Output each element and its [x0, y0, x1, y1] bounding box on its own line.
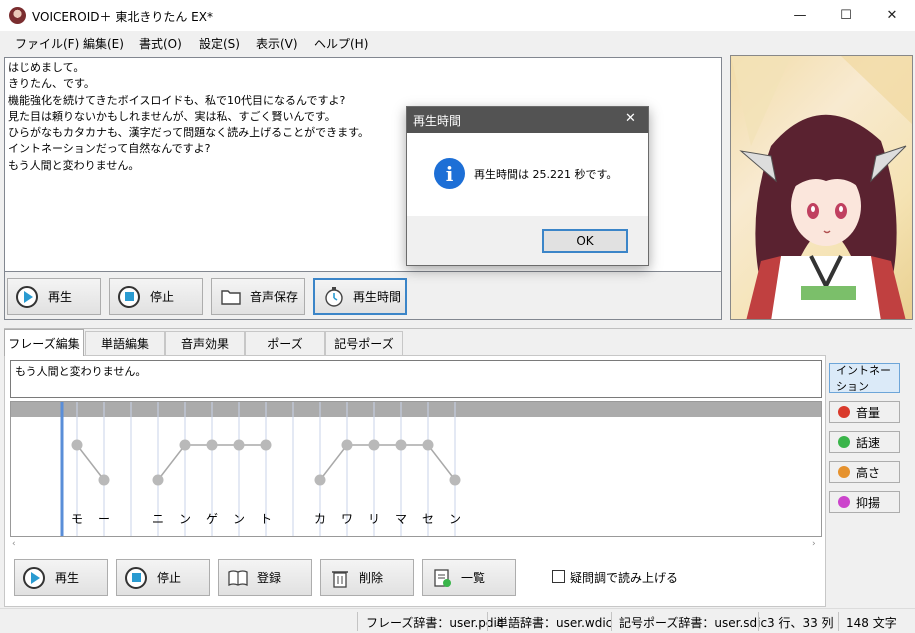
status-bar: フレーズ辞書：user.pdic 単語辞書：user.wdic 記号ポーズ辞書：…	[0, 608, 915, 633]
close-button[interactable]: ✕	[869, 0, 915, 31]
kana-label: ワ	[341, 512, 354, 526]
list-label: 一覧	[461, 571, 486, 585]
info-icon: i	[434, 158, 465, 189]
tab-sound-effect[interactable]: 音声効果	[165, 331, 245, 355]
play-icon	[23, 566, 45, 589]
kana-label: ニ	[152, 512, 165, 526]
scroll-right-icon[interactable]: ›	[812, 539, 816, 549]
cursor-position: 3 行、33 列	[767, 616, 834, 630]
dialog-title-bar: 再生時間 ✕	[407, 107, 648, 133]
book-icon	[228, 569, 248, 586]
stop-label: 停止	[150, 290, 175, 304]
kana-label: ン	[449, 512, 462, 526]
menu-settings[interactable]: 設定(S)	[199, 35, 240, 52]
play-button[interactable]: 再生	[7, 278, 101, 315]
save-audio-label: 音声保存	[250, 290, 299, 304]
horizontal-scrollbar[interactable]: ‹ ›	[10, 539, 822, 553]
kana-label: ト	[260, 512, 273, 526]
register-button[interactable]: 登録	[218, 559, 312, 596]
emphasis-dot-icon	[838, 496, 850, 508]
tab-word-edit[interactable]: 単語編集	[85, 331, 165, 355]
pitch-button[interactable]: 高さ	[829, 461, 900, 483]
menu-file[interactable]: ファイル(F)	[15, 35, 79, 52]
pitch-label: 高さ	[856, 465, 881, 480]
emphasis-label: 抑揚	[856, 495, 881, 510]
dialog-title: 再生時間	[413, 114, 462, 128]
maximize-button[interactable]: ☐	[823, 0, 869, 31]
tab-symbol-pause[interactable]: 記号ポーズ	[325, 331, 403, 355]
speed-dot-icon	[838, 436, 850, 448]
app-icon	[9, 7, 26, 24]
char-count: 148 文字	[846, 616, 897, 630]
dialog-message: 再生時間は 25.221 秒です。	[474, 168, 618, 181]
window-title: VOICEROID＋ 東北きりたん EX*	[32, 10, 213, 24]
play-label: 再生	[48, 290, 73, 304]
pitch-dot-icon	[838, 466, 850, 478]
intonation-editor[interactable]: モ ー ニ ン ゲ ン ト カ ワ リ マ セ ン	[10, 401, 822, 537]
symbol-dict-status: 記号ポーズ辞書：user.sdic	[619, 616, 768, 630]
menu-view[interactable]: 表示(V)	[256, 35, 298, 52]
kana-label: ゲ	[206, 512, 219, 526]
character-image	[730, 55, 913, 320]
volume-button[interactable]: 音量	[829, 401, 900, 423]
scroll-left-icon[interactable]: ‹	[12, 539, 16, 549]
dialog-body: i 再生時間は 25.221 秒です。	[407, 133, 648, 216]
volume-label: 音量	[856, 405, 881, 420]
register-label: 登録	[257, 571, 282, 585]
play-icon	[16, 285, 38, 308]
list-button[interactable]: 一覧	[422, 559, 516, 596]
phrase-play-button[interactable]: 再生	[14, 559, 108, 596]
kana-label: セ	[422, 512, 435, 526]
trash-icon	[332, 570, 348, 588]
phrase-play-label: 再生	[55, 571, 80, 585]
folder-icon	[221, 289, 241, 305]
stopwatch-icon	[325, 286, 343, 307]
play-time-button[interactable]: 再生時間	[313, 278, 407, 315]
phrase-stop-label: 停止	[157, 571, 182, 585]
intonation-graph	[60, 402, 461, 536]
kana-label: ン	[179, 512, 192, 526]
speed-button[interactable]: 話速	[829, 431, 900, 453]
delete-button[interactable]: 削除	[320, 559, 414, 596]
question-checkbox[interactable]	[552, 570, 565, 583]
kana-label: リ	[368, 512, 381, 526]
menu-help[interactable]: ヘルプ(H)	[314, 35, 368, 52]
kana-label: マ	[395, 512, 408, 526]
delete-label: 削除	[359, 571, 384, 585]
stop-icon	[118, 285, 140, 308]
list-icon	[434, 568, 451, 587]
minimize-button[interactable]: —	[777, 0, 823, 31]
phrase-input[interactable]: もう人間と変わりません。	[10, 360, 822, 398]
tab-phrase-edit[interactable]: フレーズ編集	[4, 329, 84, 356]
menu-format[interactable]: 書式(O)	[139, 35, 182, 52]
menu-bar: ファイル(F) 編集(E) 書式(O) 設定(S) 表示(V) ヘルプ(H)	[0, 31, 915, 54]
menu-edit[interactable]: 編集(E)	[83, 35, 124, 52]
kana-label: カ	[314, 512, 327, 526]
phrase-dict-status: フレーズ辞書：user.pdic	[366, 616, 504, 630]
play-time-dialog: 再生時間 ✕ i 再生時間は 25.221 秒です。 OK	[406, 106, 649, 266]
ok-button[interactable]: OK	[542, 229, 628, 253]
volume-dot-icon	[838, 406, 850, 418]
title-bar: VOICEROID＋ 東北きりたん EX* — ☐ ✕	[0, 0, 915, 31]
kana-label: ン	[233, 512, 246, 526]
play-time-label: 再生時間	[353, 290, 402, 304]
text-line: きりたん、です。	[8, 77, 95, 91]
stop-button[interactable]: 停止	[109, 278, 203, 315]
dialog-close-icon[interactable]: ✕	[625, 111, 636, 126]
question-checkbox-label: 疑問調で読み上げる	[570, 571, 679, 585]
kana-label: ー	[98, 512, 111, 526]
word-dict-status: 単語辞書：user.wdic	[496, 616, 613, 630]
emphasis-button[interactable]: 抑揚	[829, 491, 900, 513]
text-line: はじめまして。	[8, 61, 85, 74]
stop-icon	[125, 566, 147, 589]
kana-label: モ	[71, 512, 84, 526]
tab-pause[interactable]: ポーズ	[245, 331, 325, 355]
save-audio-button[interactable]: 音声保存	[211, 278, 305, 315]
intonation-button[interactable]: イントネーション	[829, 363, 900, 393]
speed-label: 話速	[856, 435, 881, 450]
phrase-stop-button[interactable]: 停止	[116, 559, 210, 596]
